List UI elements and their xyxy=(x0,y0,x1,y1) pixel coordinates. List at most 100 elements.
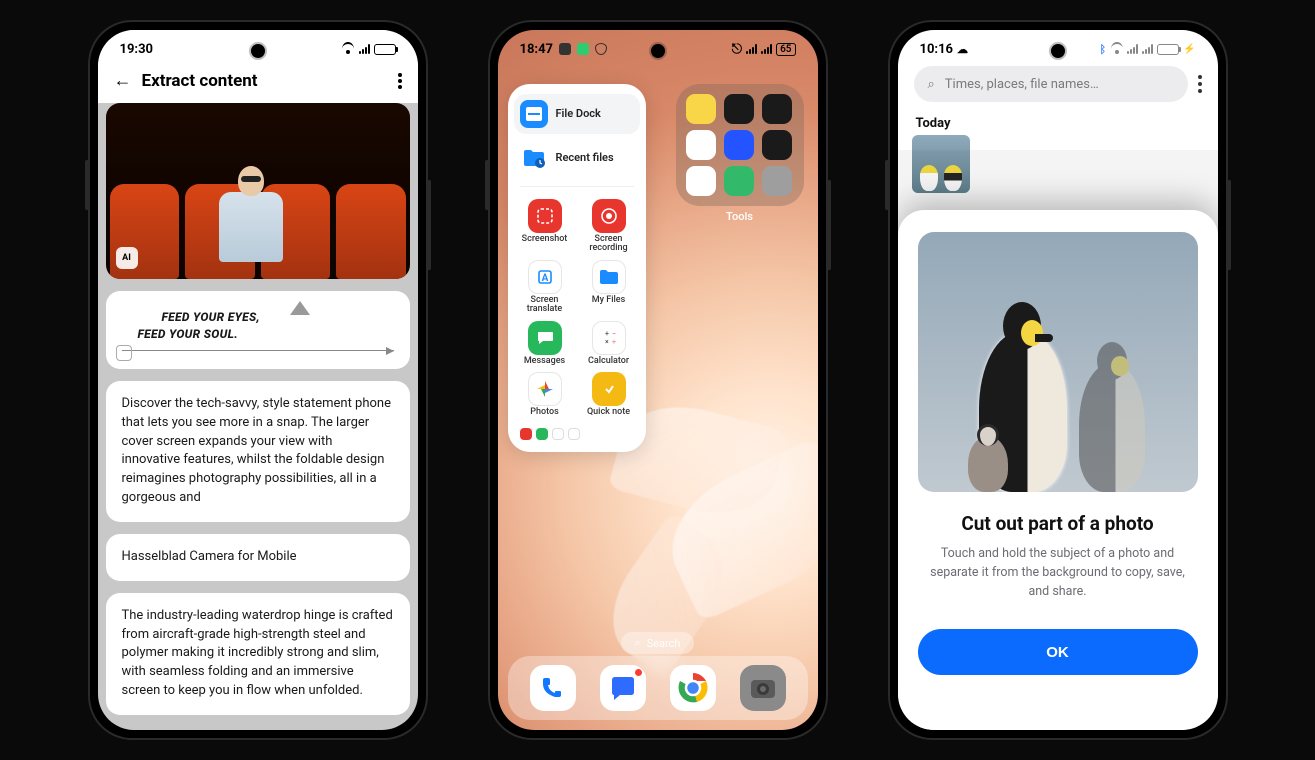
signal-icon-2 xyxy=(761,44,772,54)
remote-app-icon[interactable] xyxy=(724,130,754,160)
folder-clock-icon xyxy=(520,144,548,172)
more-icon[interactable] xyxy=(398,73,402,89)
phone-home-sidebar: 18:47 ⎋ 65 File Dock xyxy=(488,20,828,740)
cutout-preview-image[interactable] xyxy=(918,232,1198,492)
app-label: My Files xyxy=(592,296,626,305)
translate-icon: A xyxy=(528,260,562,294)
sidebar-item-file-dock[interactable]: File Dock xyxy=(514,94,640,134)
sidebar-mini-apps[interactable] xyxy=(514,426,640,442)
search-input[interactable]: ⌕ Times, places, file names… xyxy=(914,66,1188,102)
settings-indicator-icon xyxy=(559,43,571,55)
record-icon xyxy=(592,199,626,233)
cloud-icon: ☁ xyxy=(957,43,968,56)
promo-line-1: FEED YOUR EYES, xyxy=(122,309,394,326)
sidebar-item-recent-files[interactable]: Recent files xyxy=(514,138,640,178)
sheet-title: Cut out part of a photo xyxy=(918,512,1198,535)
calculator-app-icon[interactable] xyxy=(686,166,716,196)
svg-text:−: − xyxy=(612,330,616,338)
ok-button[interactable]: OK xyxy=(918,629,1198,675)
wifi-icon xyxy=(1110,44,1123,54)
camera-hole xyxy=(651,44,665,58)
svg-text:÷: ÷ xyxy=(612,338,616,346)
extracted-text-card[interactable]: Hasselblad Camera for Mobile xyxy=(106,534,410,581)
app-label: Quick note xyxy=(587,408,630,417)
extracted-card-promo[interactable]: FEED YOUR EYES, FEED YOUR SOUL. xyxy=(106,291,410,369)
charging-icon: ⚡ xyxy=(1183,44,1195,55)
promo-line-2: FEED YOUR SOUL. xyxy=(122,326,394,343)
dock-messages-icon[interactable] xyxy=(600,665,646,711)
header: ← Extract content xyxy=(98,62,418,103)
signal-icon xyxy=(1127,44,1138,54)
back-arrow-icon[interactable]: ← xyxy=(114,70,132,91)
screenshot-icon xyxy=(528,199,562,233)
compass-app-icon[interactable] xyxy=(762,130,792,160)
sidebar-app-quick-note[interactable]: Quick note xyxy=(580,372,638,417)
folder-label: Tools xyxy=(676,210,804,223)
dock-phone-icon[interactable] xyxy=(530,665,576,711)
app-label: Screen recording xyxy=(580,235,638,254)
lock-app-icon[interactable] xyxy=(762,166,792,196)
notes-app-icon[interactable] xyxy=(686,94,716,124)
sidebar-item-label: File Dock xyxy=(556,108,601,120)
svg-text:+: + xyxy=(605,330,609,338)
app-label: Photos xyxy=(530,408,558,417)
app-label: Messages xyxy=(524,357,565,366)
clock: 19:30 xyxy=(120,42,154,57)
search-placeholder: Times, places, file names… xyxy=(945,77,1099,92)
signal-icon-2 xyxy=(1142,44,1153,54)
location-icon: ⎋ xyxy=(732,42,742,57)
extracted-text-card[interactable]: The industry-leading waterdrop hinge is … xyxy=(106,593,410,715)
sidebar-app-photos[interactable]: Photos xyxy=(516,372,574,417)
signal-icon xyxy=(746,44,757,54)
phone-photos-cutout: 10:16 ☁ ᛒ ⚡ ⌕ Times, places, file names…… xyxy=(888,20,1228,740)
file-dock-icon xyxy=(520,100,548,128)
search-label: Search xyxy=(647,637,681,650)
sheet-description: Touch and hold the subject of a photo an… xyxy=(918,545,1198,601)
phone-extract-content: 19:30 ← Extract content AI FEED YOUR E xyxy=(88,20,428,740)
svg-text:A: A xyxy=(541,273,548,284)
active-indicator-icon xyxy=(577,43,589,55)
recorder-app-icon[interactable] xyxy=(686,130,716,160)
smart-sidebar[interactable]: File Dock Recent files Screenshot Screen… xyxy=(508,84,646,452)
section-today: Today xyxy=(898,110,1218,133)
svg-text:×: × xyxy=(605,338,609,346)
ai-badge-icon: AI xyxy=(116,247,138,269)
sidebar-app-screen-recording[interactable]: Screen recording xyxy=(580,199,638,254)
notification-badge xyxy=(634,668,643,677)
sidebar-app-screenshot[interactable]: Screenshot xyxy=(516,199,574,254)
battery-icon xyxy=(374,44,396,55)
search-icon: ⌕ xyxy=(635,636,641,650)
sidebar-app-my-files[interactable]: My Files xyxy=(580,260,638,315)
extracted-text-card[interactable]: Discover the tech-savvy, style statement… xyxy=(106,381,410,522)
bluetooth-icon: ᛒ xyxy=(1099,43,1106,56)
app-label: Calculator xyxy=(588,357,629,366)
calculator-icon: +−×÷ xyxy=(592,321,626,355)
clock: 10:16 xyxy=(920,42,954,57)
cutout-intro-sheet: Cut out part of a photo Touch and hold t… xyxy=(898,210,1218,730)
camera-hole xyxy=(1051,44,1065,58)
shield-icon xyxy=(595,43,607,55)
app-label: Screenshot xyxy=(522,235,568,244)
battery-icon xyxy=(1157,44,1179,55)
clock-app-icon[interactable] xyxy=(762,94,792,124)
note-icon xyxy=(592,372,626,406)
sidebar-app-calculator[interactable]: +−×÷ Calculator xyxy=(580,321,638,366)
photos-icon xyxy=(528,372,562,406)
sidebar-app-messages[interactable]: Messages xyxy=(516,321,574,366)
home-search[interactable]: ⌕ Search xyxy=(621,632,695,654)
dock-camera-icon[interactable] xyxy=(740,665,786,711)
sidebar-app-screen-translate[interactable]: A Screen translate xyxy=(516,260,574,315)
signal-icon xyxy=(359,44,370,54)
app-icon[interactable] xyxy=(724,166,754,196)
more-icon[interactable] xyxy=(1198,75,1202,93)
camera-hole xyxy=(251,44,265,58)
sidebar-item-label: Recent files xyxy=(556,152,614,164)
tools-folder[interactable]: Tools xyxy=(676,84,804,223)
page-title: Extract content xyxy=(142,71,258,91)
dock-chrome-icon[interactable] xyxy=(670,665,716,711)
paint-app-icon[interactable] xyxy=(724,94,754,124)
battery-percent: 65 xyxy=(776,43,795,56)
messages-icon xyxy=(528,321,562,355)
app-label: Screen translate xyxy=(516,296,574,315)
extracted-image[interactable]: AI xyxy=(106,103,410,279)
